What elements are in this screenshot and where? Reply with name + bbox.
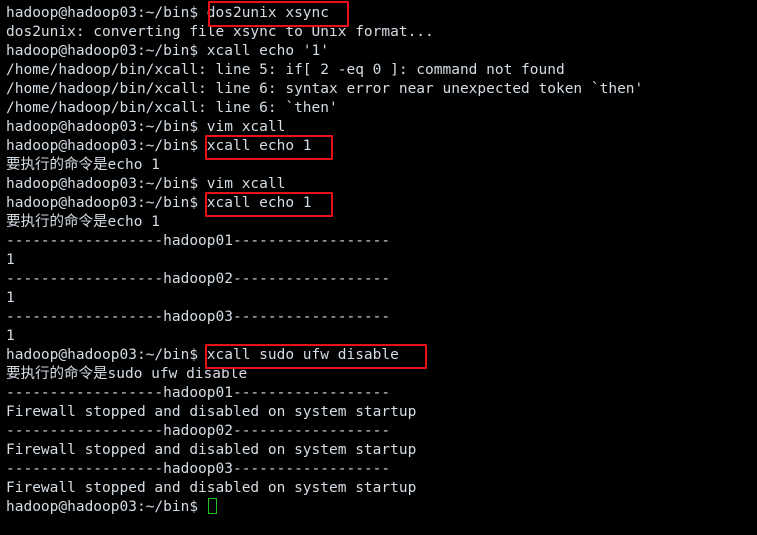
terminal-line: Firewall stopped and disabled on system … xyxy=(6,480,417,496)
terminal-line: ------------------hadoop01--------------… xyxy=(6,233,391,249)
terminal-line: hadoop@hadoop03:~/bin$ vim xcall xyxy=(6,119,286,135)
terminal-line: Firewall stopped and disabled on system … xyxy=(6,442,417,458)
terminal-line: /home/hadoop/bin/xcall: line 6: `then' xyxy=(6,100,338,116)
terminal-line: hadoop@hadoop03:~/bin$ dos2unix xsync xyxy=(6,5,330,21)
terminal-line: /home/hadoop/bin/xcall: line 5: if[ 2 -e… xyxy=(6,62,565,78)
text-cursor xyxy=(207,498,217,514)
terminal-line: hadoop@hadoop03:~/bin$ xcall echo 1 xyxy=(6,195,312,211)
terminal-line: hadoop@hadoop03:~/bin$ vim xcall xyxy=(6,176,286,192)
terminal-line: /home/hadoop/bin/xcall: line 6: syntax e… xyxy=(6,81,644,97)
terminal-line: ------------------hadoop02--------------… xyxy=(6,271,391,287)
terminal-line: hadoop@hadoop03:~/bin$ xcall echo 1 xyxy=(6,138,312,154)
terminal-screen[interactable]: hadoop@hadoop03:~/bin$ dos2unix xsync do… xyxy=(6,4,757,517)
terminal-line-prompt[interactable]: hadoop@hadoop03:~/bin$ xyxy=(6,498,757,517)
terminal-line: dos2unix: converting file xsync to Unix … xyxy=(6,24,434,40)
terminal-line: 1 xyxy=(6,290,15,306)
terminal-line: ------------------hadoop01--------------… xyxy=(6,385,391,401)
terminal-line: hadoop@hadoop03:~/bin$ xcall echo '1' xyxy=(6,43,330,59)
terminal-line: hadoop@hadoop03:~/bin$ xcall sudo ufw di… xyxy=(6,347,399,363)
terminal-line: ------------------hadoop02--------------… xyxy=(6,423,391,439)
terminal-line: 要执行的命令是echo 1 xyxy=(6,214,160,230)
terminal-line: ------------------hadoop03--------------… xyxy=(6,461,391,477)
terminal-window[interactable]: hadoop@hadoop03:~/bin$ dos2unix xsync do… xyxy=(0,0,757,535)
terminal-line: 1 xyxy=(6,252,15,268)
terminal-line: ------------------hadoop03--------------… xyxy=(6,309,391,325)
terminal-line: 要执行的命令是echo 1 xyxy=(6,157,160,173)
terminal-line: 1 xyxy=(6,328,15,344)
terminal-line: Firewall stopped and disabled on system … xyxy=(6,404,417,420)
terminal-line: 要执行的命令是sudo ufw disable xyxy=(6,366,248,382)
shell-prompt: hadoop@hadoop03:~/bin$ xyxy=(6,499,207,515)
